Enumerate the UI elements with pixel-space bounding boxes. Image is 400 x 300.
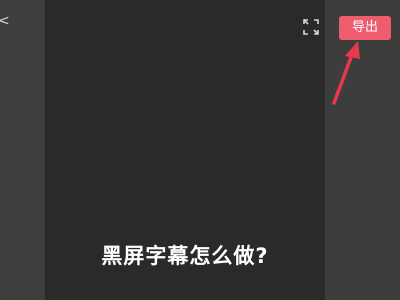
fullscreen-icon xyxy=(303,19,319,35)
editor-window: < 导出 黑屏字幕怎么做? xyxy=(0,0,400,300)
back-chevron-icon[interactable]: < xyxy=(0,14,10,28)
fullscreen-button[interactable] xyxy=(303,19,319,35)
export-button[interactable]: 导出 xyxy=(339,16,391,40)
left-panel: < xyxy=(0,0,45,300)
subtitle-text: 黑屏字幕怎么做? xyxy=(101,244,269,268)
right-panel xyxy=(325,0,400,300)
